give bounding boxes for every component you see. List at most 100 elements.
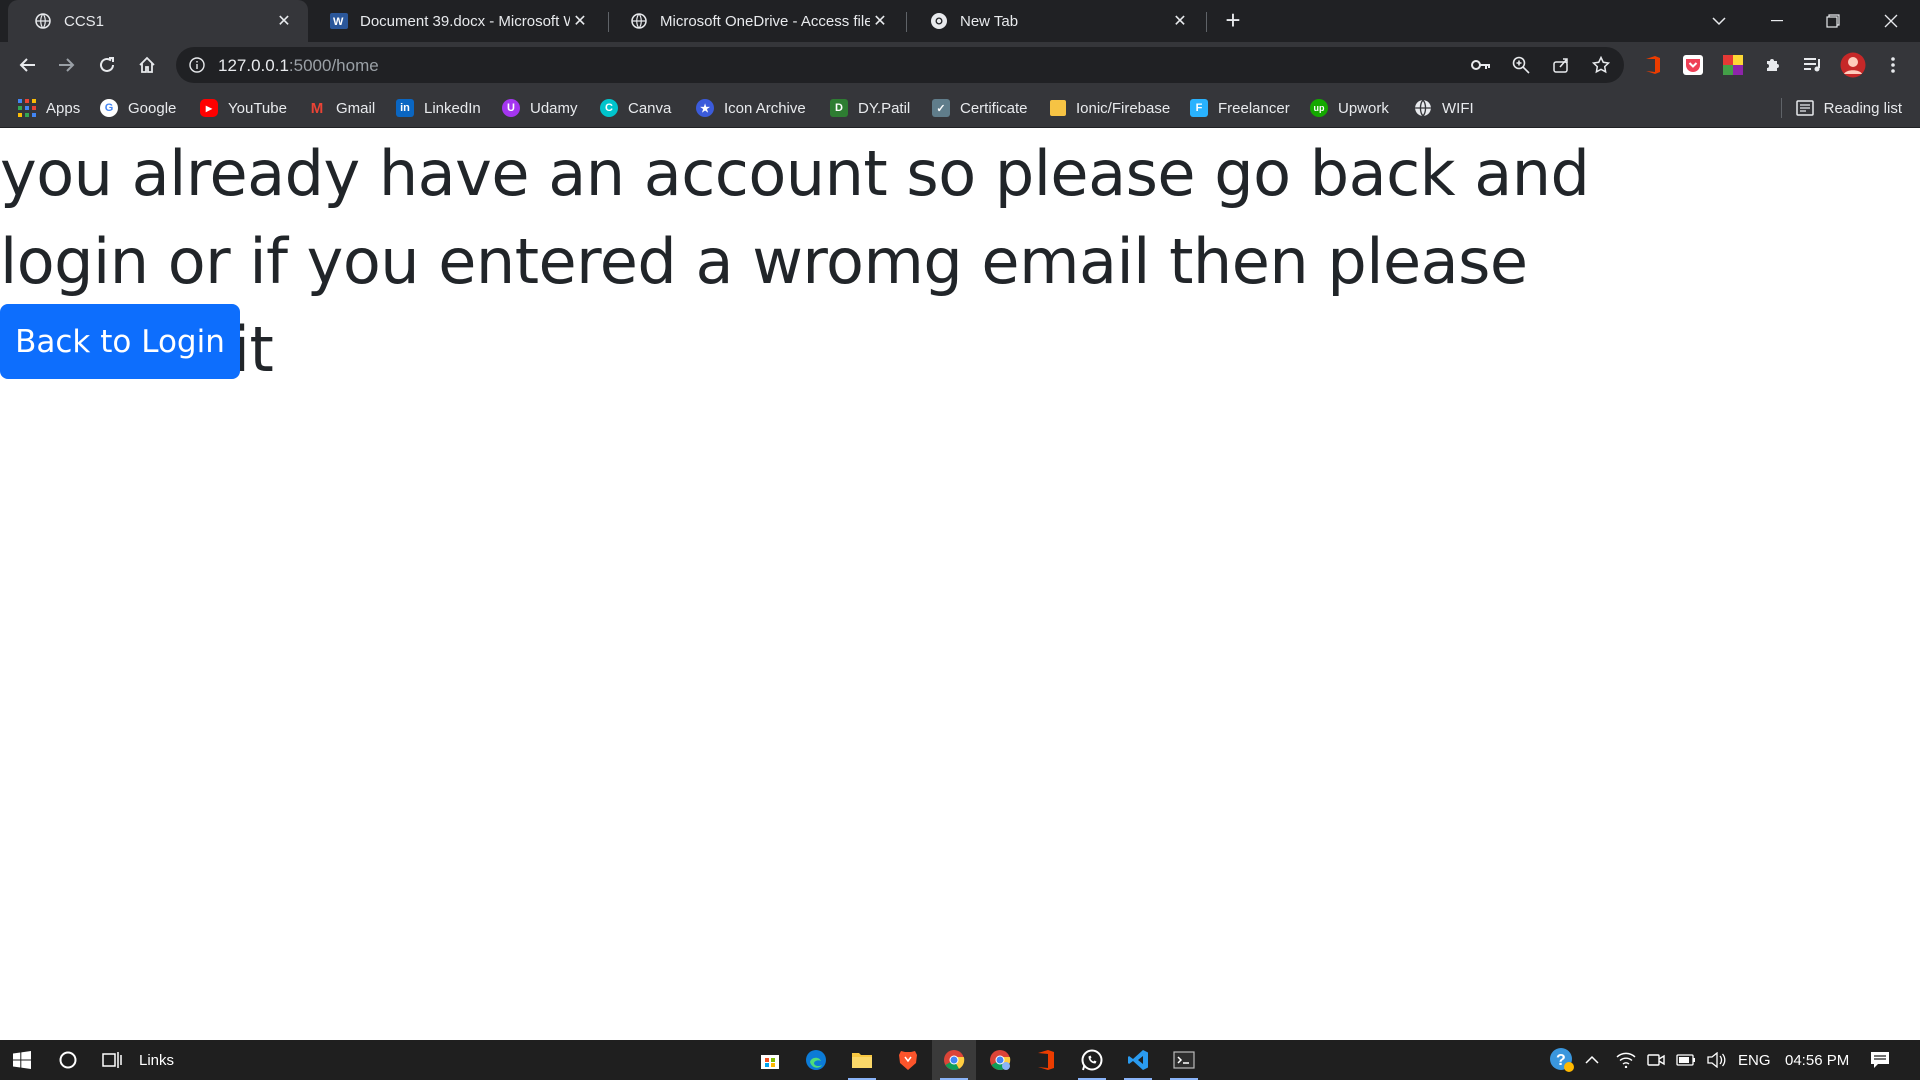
bookmark-star-icon[interactable] [1590, 54, 1612, 76]
close-tab-icon[interactable]: ✕ [570, 11, 590, 31]
bookmark-label: YouTube [228, 99, 287, 117]
bookmark-label: LinkedIn [424, 99, 481, 117]
dypatil-icon: D [830, 99, 848, 117]
word-icon: W [330, 12, 348, 30]
canva-icon: C [600, 99, 618, 117]
close-tab-icon[interactable]: ✕ [274, 11, 294, 31]
pocket-extension-icon[interactable] [1678, 50, 1708, 80]
bookmark-ionic-firebase[interactable]: Ionic/Firebase [1050, 96, 1170, 120]
office-extension-icon[interactable] [1638, 50, 1668, 80]
account-exists-message: you already have an account so please go… [0, 137, 1590, 386]
bookmark-icon-archive[interactable]: ★ Icon Archive [696, 96, 806, 120]
bookmark-google[interactable]: G Google [100, 96, 176, 120]
globe-icon [34, 12, 52, 30]
bookmark-canva[interactable]: C Canva [600, 96, 671, 120]
whatsapp-icon[interactable] [1070, 1040, 1114, 1080]
share-icon[interactable] [1550, 54, 1572, 76]
linkedin-icon: in [396, 99, 414, 117]
edge-browser-icon[interactable] [794, 1040, 838, 1080]
tab-separator [1206, 12, 1207, 32]
bookmark-label: Freelancer [1218, 99, 1290, 117]
back-arrow-icon[interactable] [12, 50, 42, 80]
color-extension-icon[interactable] [1718, 50, 1748, 80]
office-taskbar-icon[interactable] [1024, 1040, 1068, 1080]
browser-toolbar: 127.0.0.1:5000/home [0, 42, 1920, 88]
chrome-taskbar-icon[interactable] [932, 1040, 976, 1080]
bookmark-certificate[interactable]: ✓ Certificate [932, 96, 1028, 120]
cortana-search-icon[interactable] [46, 1040, 90, 1080]
address-bar[interactable]: 127.0.0.1:5000/home [176, 47, 1624, 83]
tray-chevron-up-icon[interactable] [1574, 1040, 1610, 1080]
globe-icon [630, 12, 648, 30]
tab-word-document[interactable]: W Document 39.docx - Microsoft Word ✕ [304, 0, 604, 42]
svg-text:W: W [333, 16, 344, 28]
clock[interactable]: 04:56 PM [1785, 1040, 1849, 1080]
bookmark-freelancer[interactable]: F Freelancer [1190, 96, 1290, 120]
bookmarks-bar: Apps G Google ▶ YouTube M Gmail in Linke… [0, 88, 1920, 128]
volume-icon[interactable] [1698, 1040, 1734, 1080]
tab-ccs1[interactable]: CCS1 ✕ [8, 0, 308, 42]
media-queue-icon[interactable] [1798, 50, 1828, 80]
bookmark-label: Gmail [336, 99, 376, 117]
vscode-icon[interactable] [1116, 1040, 1160, 1080]
bookmark-label: Canva [628, 99, 672, 117]
brave-browser-icon[interactable] [886, 1040, 930, 1080]
reload-icon[interactable] [92, 50, 122, 80]
close-tab-icon[interactable]: ✕ [870, 11, 890, 31]
home-icon[interactable] [132, 50, 162, 80]
page-content: you already have an account so please go… [0, 128, 1920, 1040]
upwork-icon: up [1310, 99, 1328, 117]
forward-arrow-icon[interactable] [52, 50, 82, 80]
url-path: :5000/home [288, 56, 379, 75]
tab-title: CCS1 [64, 12, 105, 30]
bookmark-gmail[interactable]: M Gmail [308, 96, 375, 120]
extensions-puzzle-icon[interactable] [1758, 50, 1788, 80]
tab-onedrive[interactable]: Microsoft OneDrive - Access files ✕ [604, 0, 904, 42]
close-tab-icon[interactable]: ✕ [1170, 11, 1190, 31]
bookmark-udemy[interactable]: U Udamy [502, 96, 578, 120]
reading-list-icon [1795, 100, 1814, 116]
bookmark-label: Certificate [960, 99, 1028, 117]
kebab-menu-icon[interactable] [1878, 50, 1908, 80]
bookmark-dypatil[interactable]: D DY.Patil [830, 96, 910, 120]
bookmarks-separator [1781, 98, 1782, 118]
task-view-icon[interactable] [90, 1040, 134, 1080]
bookmark-label: Ionic/Firebase [1076, 99, 1171, 117]
icon-archive-icon: ★ [696, 99, 714, 117]
tab-search-chevron-icon[interactable] [1694, 0, 1744, 42]
bookmark-label: Udamy [530, 99, 578, 117]
bookmark-linkedin[interactable]: in LinkedIn [396, 96, 481, 120]
profile-avatar[interactable] [1838, 50, 1868, 80]
new-tab-button[interactable]: + [1220, 7, 1246, 34]
tab-new-tab[interactable]: New Tab ✕ [904, 0, 1204, 42]
notifications-icon[interactable] [1858, 1040, 1902, 1080]
file-explorer-icon[interactable] [840, 1040, 884, 1080]
terminal-icon[interactable] [1162, 1040, 1206, 1080]
bookmark-upwork[interactable]: up Upwork [1310, 96, 1389, 120]
zoom-icon[interactable] [1510, 54, 1532, 76]
language-indicator[interactable]: ENG [1738, 1040, 1771, 1080]
chrome-profile-taskbar-icon[interactable] [978, 1040, 1022, 1080]
tab-title: Microsoft OneDrive - Access files [660, 12, 870, 30]
restore-button[interactable] [1808, 0, 1858, 42]
apps-grid-icon [18, 99, 36, 117]
tab-title: Document 39.docx - Microsoft Word [360, 12, 570, 30]
bookmark-apps[interactable]: Apps [18, 96, 80, 120]
bookmark-label: Icon Archive [724, 99, 806, 117]
reading-list-label: Reading list [1823, 99, 1902, 117]
bookmark-label: Google [128, 99, 177, 117]
windows-start-icon[interactable] [0, 1040, 44, 1080]
microsoft-store-icon[interactable] [748, 1040, 792, 1080]
bookmark-youtube[interactable]: ▶ YouTube [200, 96, 287, 120]
key-icon[interactable] [1470, 54, 1492, 76]
bookmark-label: Apps [46, 99, 81, 117]
bookmark-wifi[interactable]: WIFI [1414, 96, 1474, 120]
back-to-login-button[interactable]: Back to Login [0, 304, 240, 379]
links-toolbar-label[interactable]: Links [139, 1040, 174, 1080]
minimize-button[interactable] [1752, 0, 1802, 42]
close-window-button[interactable] [1866, 0, 1916, 42]
bookmark-label: DY.Patil [858, 99, 911, 117]
site-info-icon[interactable] [186, 54, 208, 76]
reading-list-button[interactable]: Reading list [1795, 96, 1902, 120]
google-icon: G [100, 99, 118, 117]
